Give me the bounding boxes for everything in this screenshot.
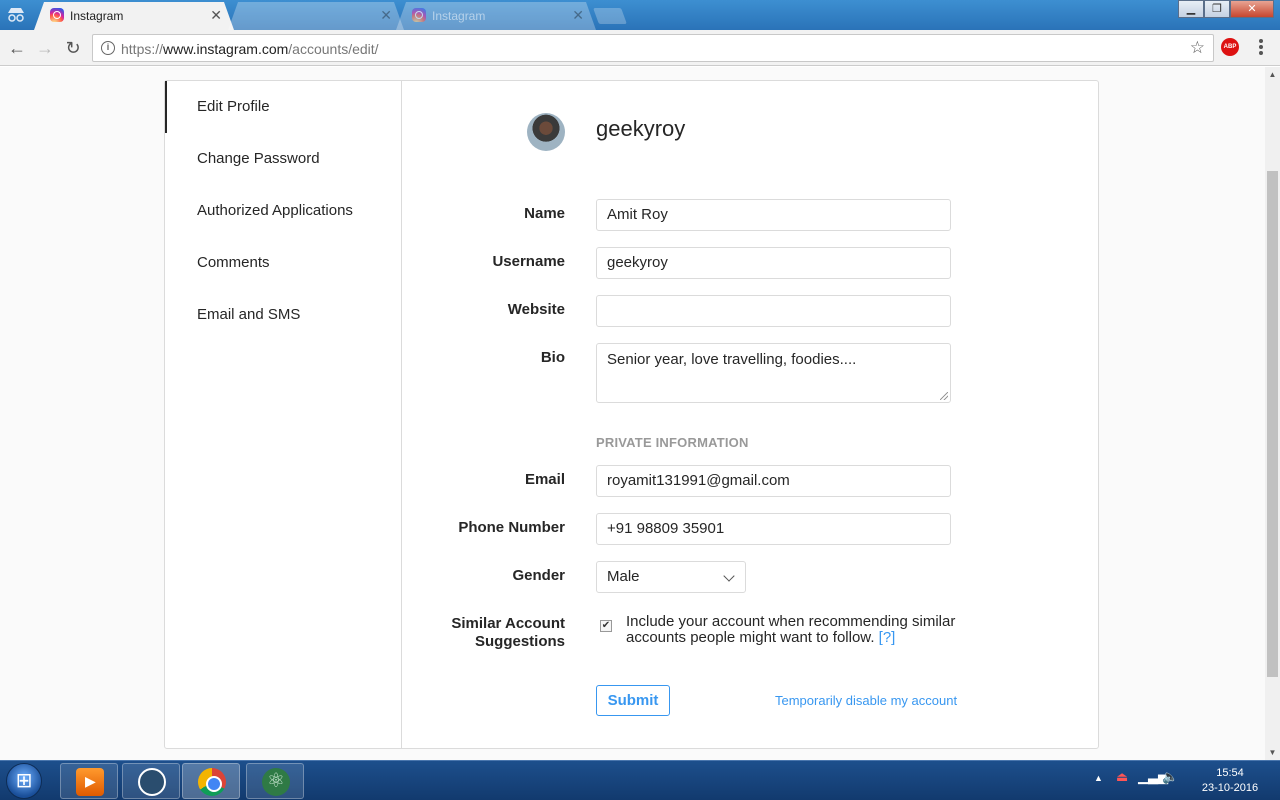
- email-label: Email: [524, 471, 565, 488]
- suggestions-label-line-2: Suggestions: [474, 633, 565, 650]
- gender-select[interactable]: Male: [596, 561, 746, 593]
- tab-instagram-inactive[interactable]: Instagram ✕: [396, 2, 596, 30]
- sidebar-item-edit-profile[interactable]: Edit Profile: [165, 81, 401, 133]
- browser-titlebar: Instagram ✕ ✕ Instagram ✕ ▁ ❐ ✕: [0, 0, 1280, 30]
- tab-close-icon[interactable]: ✕: [210, 7, 222, 24]
- tab-inactive-1[interactable]: ✕: [228, 2, 404, 30]
- bio-field[interactable]: Senior year, love travelling, foodies...…: [596, 343, 951, 403]
- usb-device-icon[interactable]: ⏏: [1116, 769, 1128, 785]
- profile-menu-icon[interactable]: [6, 6, 26, 24]
- gender-value: Male: [607, 568, 640, 585]
- tab-close-icon[interactable]: ✕: [572, 7, 584, 24]
- settings-sidebar: Edit Profile Change Password Authorized …: [165, 81, 402, 748]
- sidebar-item-comments[interactable]: Comments: [165, 237, 401, 289]
- bio-label: Bio: [540, 349, 565, 366]
- chevron-down-icon: [723, 570, 735, 582]
- reload-icon[interactable]: ↻: [62, 37, 84, 59]
- scroll-thumb[interactable]: [1267, 171, 1278, 677]
- back-icon[interactable]: ←: [6, 37, 28, 59]
- taskbar-app-tree[interactable]: [122, 763, 180, 799]
- taskbar-atom[interactable]: [246, 763, 304, 799]
- chrome-icon: [198, 768, 226, 796]
- suggestions-text: Include your account when recommending s…: [626, 613, 956, 646]
- email-field[interactable]: royamit131991@gmail.com: [596, 465, 951, 497]
- resize-handle-icon[interactable]: [940, 392, 948, 400]
- atom-icon: [262, 768, 290, 796]
- start-button[interactable]: [6, 763, 42, 799]
- sidebar-item-email-sms[interactable]: Email and SMS: [165, 289, 401, 341]
- scroll-down-icon[interactable]: ▼: [1265, 745, 1280, 760]
- profile-username: geekyroy: [596, 116, 686, 141]
- tab-title: Instagram: [70, 9, 124, 23]
- tab-close-icon[interactable]: ✕: [380, 7, 392, 24]
- gender-label: Gender: [512, 567, 565, 584]
- bio-text: Senior year, love travelling, foodies...…: [607, 351, 857, 368]
- taskbar-media-player[interactable]: [60, 763, 118, 799]
- name-field[interactable]: Amit Roy: [596, 199, 951, 231]
- tab-title: Instagram: [432, 9, 486, 23]
- volume-icon[interactable]: 🔈: [1162, 769, 1178, 785]
- page-scrollbar[interactable]: ▲ ▼: [1265, 67, 1280, 760]
- submit-button[interactable]: Submit: [596, 685, 670, 716]
- instagram-favicon-icon: [412, 8, 426, 22]
- taskbar-chrome[interactable]: [182, 763, 240, 799]
- suggestions-description: Include your account when recommending s…: [626, 614, 1006, 646]
- address-bar[interactable]: i https://www.instagram.com/accounts/edi…: [92, 34, 1214, 62]
- tab-instagram-active[interactable]: Instagram ✕: [34, 2, 234, 30]
- suggestions-checkbox[interactable]: ✔: [600, 620, 612, 632]
- username-label: Username: [492, 253, 565, 270]
- bookmark-star-icon[interactable]: ☆: [1190, 38, 1205, 58]
- browser-toolbar: ← → ↻ i https://www.instagram.com/accoun…: [0, 30, 1280, 66]
- browser-menu-icon[interactable]: [1258, 38, 1264, 58]
- website-label: Website: [507, 301, 565, 318]
- minimize-button[interactable]: ▁: [1178, 0, 1204, 18]
- disable-account-link[interactable]: Temporarily disable my account: [775, 693, 957, 708]
- phone-field[interactable]: +91 98809 35901: [596, 513, 951, 545]
- show-hidden-icons-icon[interactable]: ▲: [1094, 773, 1103, 783]
- tree-app-icon: [138, 768, 166, 796]
- private-info-heading: PRIVATE INFORMATION: [596, 435, 749, 450]
- window-controls: ▁ ❐ ✕: [1178, 0, 1274, 18]
- username-field[interactable]: geekyroy: [596, 247, 951, 279]
- avatar[interactable]: [527, 113, 565, 151]
- restore-button[interactable]: ❐: [1204, 0, 1230, 18]
- url-text: https://www.instagram.com/accounts/edit/: [121, 41, 379, 57]
- forward-icon[interactable]: →: [34, 37, 56, 59]
- page-content: Edit Profile Change Password Authorized …: [0, 67, 1265, 760]
- info-icon[interactable]: i: [101, 41, 115, 55]
- sidebar-item-change-password[interactable]: Change Password: [165, 133, 401, 185]
- new-tab-button[interactable]: [593, 8, 627, 24]
- settings-card: Edit Profile Change Password Authorized …: [164, 80, 1099, 749]
- phone-label: Phone Number: [458, 519, 565, 536]
- instagram-favicon-icon: [50, 8, 64, 22]
- website-field[interactable]: [596, 295, 951, 327]
- sidebar-item-authorized-applications[interactable]: Authorized Applications: [165, 185, 401, 237]
- adblock-plus-icon[interactable]: ABP: [1221, 38, 1239, 56]
- suggestions-label-line-1: Similar Account: [451, 615, 565, 632]
- scroll-up-icon[interactable]: ▲: [1265, 67, 1280, 82]
- name-label: Name: [524, 205, 565, 222]
- suggestions-label: Similar Account Suggestions: [402, 615, 565, 651]
- media-player-icon: [76, 768, 104, 796]
- system-clock[interactable]: 15:54 23-10-2016: [1200, 766, 1260, 796]
- suggestions-help-link[interactable]: [?]: [879, 629, 896, 646]
- windows-taskbar: ▲ ⏏ ▁▃▅ 🔈 15:54 23-10-2016: [0, 760, 1280, 800]
- clock-date: 23-10-2016: [1201, 782, 1259, 794]
- clock-time: 15:54: [1216, 767, 1244, 779]
- close-window-button[interactable]: ✕: [1230, 0, 1274, 18]
